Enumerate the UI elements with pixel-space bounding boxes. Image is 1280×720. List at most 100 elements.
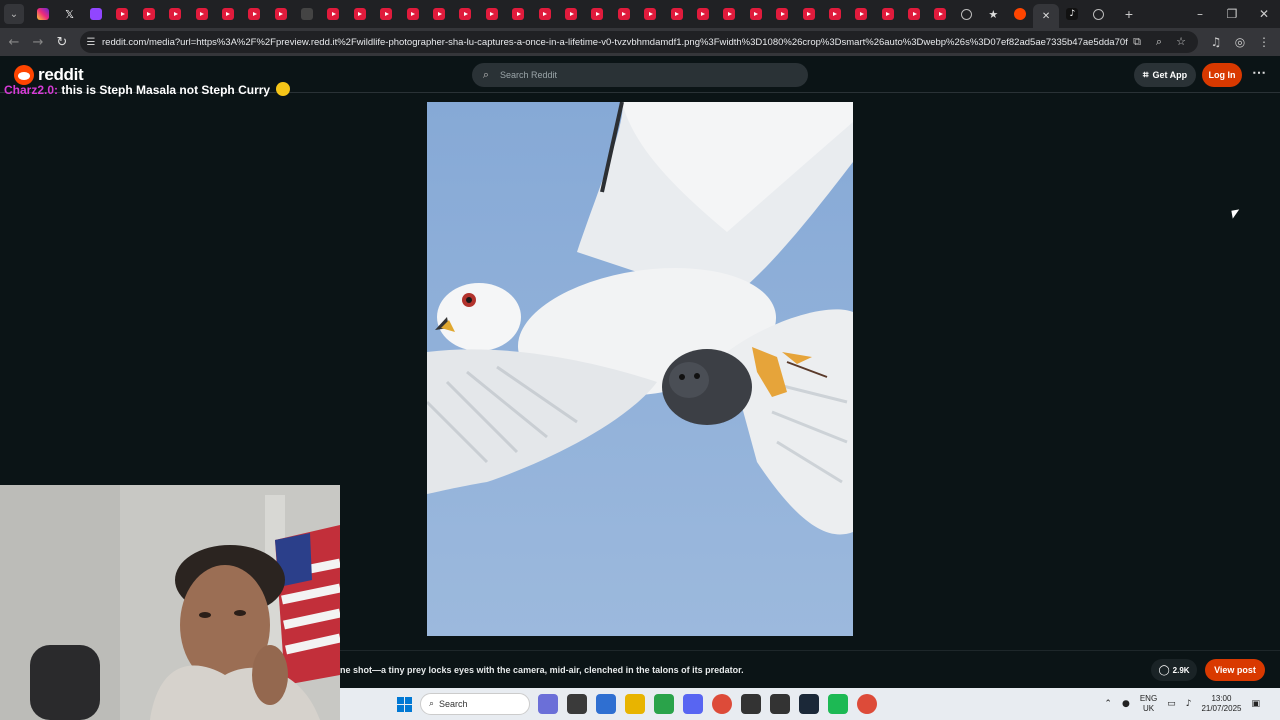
browser-tab[interactable] — [320, 3, 346, 25]
taskbar-app-icon[interactable] — [770, 694, 790, 714]
browser-tab[interactable] — [637, 3, 663, 25]
browser-tab[interactable] — [452, 3, 478, 25]
ig-favicon-icon — [37, 8, 50, 20]
post-media-image[interactable] — [427, 102, 853, 636]
search-input[interactable]: ⌕ Search Reddit — [472, 63, 808, 87]
kite-photo — [427, 102, 853, 636]
browser-tab[interactable] — [795, 3, 821, 25]
new-tab-icon[interactable]: + — [1118, 6, 1140, 22]
yt-favicon-icon — [881, 8, 894, 20]
browser-tab[interactable] — [347, 3, 373, 25]
notification-icon[interactable]: ▣ — [1251, 699, 1260, 709]
media-control-icon[interactable]: ♫ — [1204, 30, 1228, 54]
reload-icon[interactable]: ↻ — [50, 30, 74, 54]
taskbar-app-icon[interactable] — [799, 694, 819, 714]
browser-tab[interactable] — [241, 3, 267, 25]
browser-tab[interactable] — [162, 3, 188, 25]
taskbar-app-icon[interactable] — [828, 694, 848, 714]
install-app-icon[interactable]: ⧉ — [1128, 35, 1146, 49]
taskbar-app-icon[interactable] — [712, 694, 732, 714]
browser-tab[interactable] — [1006, 3, 1032, 25]
browser-tab[interactable] — [1086, 3, 1112, 25]
browser-toolbar: ← → ↻ ☰ reddit.com/media?url=https%3A%2F… — [0, 28, 1280, 56]
browser-tab[interactable] — [268, 3, 294, 25]
taskbar-search[interactable]: ⌕ Search — [420, 693, 530, 715]
browser-tab[interactable]: ★ — [980, 3, 1006, 25]
address-bar[interactable]: ☰ reddit.com/media?url=https%3A%2F%2Fpre… — [80, 31, 1198, 53]
volume-icon[interactable]: ♪ — [1186, 699, 1192, 709]
browser-tab[interactable]: ♪ — [1059, 3, 1085, 25]
browser-tab[interactable] — [479, 3, 505, 25]
browser-tab[interactable] — [875, 3, 901, 25]
browser-tab[interactable] — [188, 3, 214, 25]
browser-tab[interactable] — [954, 3, 980, 25]
yt-favicon-icon — [221, 8, 234, 20]
browser-tab[interactable]: 𝕏 — [56, 3, 82, 25]
back-icon[interactable]: ← — [2, 30, 26, 54]
browser-tab[interactable] — [83, 3, 109, 25]
browser-tab[interactable] — [399, 3, 425, 25]
get-app-button[interactable]: ⌗ Get App — [1134, 63, 1196, 87]
browser-tab[interactable] — [769, 3, 795, 25]
browser-tab[interactable] — [136, 3, 162, 25]
browser-tab[interactable] — [426, 3, 452, 25]
browser-tab[interactable] — [531, 3, 557, 25]
browser-tab[interactable] — [558, 3, 584, 25]
more-options-icon[interactable]: ⋯ — [1250, 64, 1268, 84]
browser-tab[interactable] — [848, 3, 874, 25]
mouse-cursor-icon — [1231, 209, 1241, 219]
bookmark-star-icon[interactable]: ☆ — [1172, 35, 1190, 49]
browser-tab[interactable] — [663, 3, 689, 25]
taskbar-app-icon[interactable] — [625, 694, 645, 714]
active-tab[interactable]: ✕ — [1032, 4, 1060, 28]
zoom-icon[interactable]: ⌕ — [1150, 35, 1168, 49]
taskbar-app-icon[interactable] — [538, 694, 558, 714]
login-button[interactable]: Log In — [1202, 63, 1242, 87]
taskbar-app-icon[interactable] — [857, 694, 877, 714]
taskbar-app-icon[interactable] — [596, 694, 616, 714]
browser-tab[interactable] — [743, 3, 769, 25]
browser-tab[interactable] — [584, 3, 610, 25]
view-post-button[interactable]: View post — [1205, 659, 1265, 681]
yt-favicon-icon — [723, 8, 736, 20]
tray-chevron-icon[interactable]: ⌃ — [1104, 699, 1112, 709]
language-indicator[interactable]: ENG UK — [1140, 694, 1157, 714]
browser-tab[interactable] — [215, 3, 241, 25]
browser-tab[interactable] — [109, 3, 135, 25]
comments-button[interactable]: ◯ 2.9K — [1151, 659, 1197, 681]
close-tab-icon: ✕ — [1041, 10, 1051, 22]
yt-favicon-icon — [195, 8, 208, 20]
site-info-icon[interactable]: ☰ — [80, 37, 102, 48]
lang-code: ENG — [1139, 694, 1158, 703]
forward-icon[interactable]: → — [26, 30, 50, 54]
toolbar-right: ♫ ◎ ⋮ — [1204, 30, 1276, 54]
browser-tab[interactable] — [690, 3, 716, 25]
taskbar-app-icon[interactable] — [654, 694, 674, 714]
taskbar-app-icon[interactable] — [683, 694, 703, 714]
maximize-icon[interactable]: ❐ — [1216, 0, 1248, 28]
doc-favicon-icon — [301, 8, 314, 20]
browser-tab[interactable] — [822, 3, 848, 25]
microphone-icon[interactable]: ● — [1122, 699, 1130, 709]
taskbar-app-icon[interactable] — [741, 694, 761, 714]
chrome-menu-icon[interactable]: ⋮ — [1252, 30, 1276, 54]
browser-tab[interactable] — [505, 3, 531, 25]
browser-tab[interactable] — [294, 3, 320, 25]
windows-start-icon[interactable] — [397, 697, 412, 712]
browser-tab[interactable] — [901, 3, 927, 25]
minimize-icon[interactable]: – — [1184, 0, 1216, 28]
browser-tab[interactable] — [611, 3, 637, 25]
close-window-icon[interactable]: ✕ — [1248, 0, 1280, 28]
clock[interactable]: 13:00 21/07/2025 — [1201, 694, 1241, 714]
taskbar-app-icon[interactable] — [567, 694, 587, 714]
profile-icon[interactable]: ◎ — [1228, 30, 1252, 54]
yt-favicon-icon — [353, 8, 366, 20]
yt-favicon-icon — [749, 8, 762, 20]
network-icon[interactable]: ▭ — [1167, 699, 1176, 709]
browser-tab[interactable] — [927, 3, 953, 25]
browser-tab[interactable] — [716, 3, 742, 25]
browser-tab[interactable] — [373, 3, 399, 25]
browser-tab[interactable] — [30, 3, 56, 25]
url-text[interactable]: reddit.com/media?url=https%3A%2F%2Fprevi… — [102, 37, 1128, 48]
tab-search-icon[interactable]: ⌄ — [4, 4, 24, 24]
